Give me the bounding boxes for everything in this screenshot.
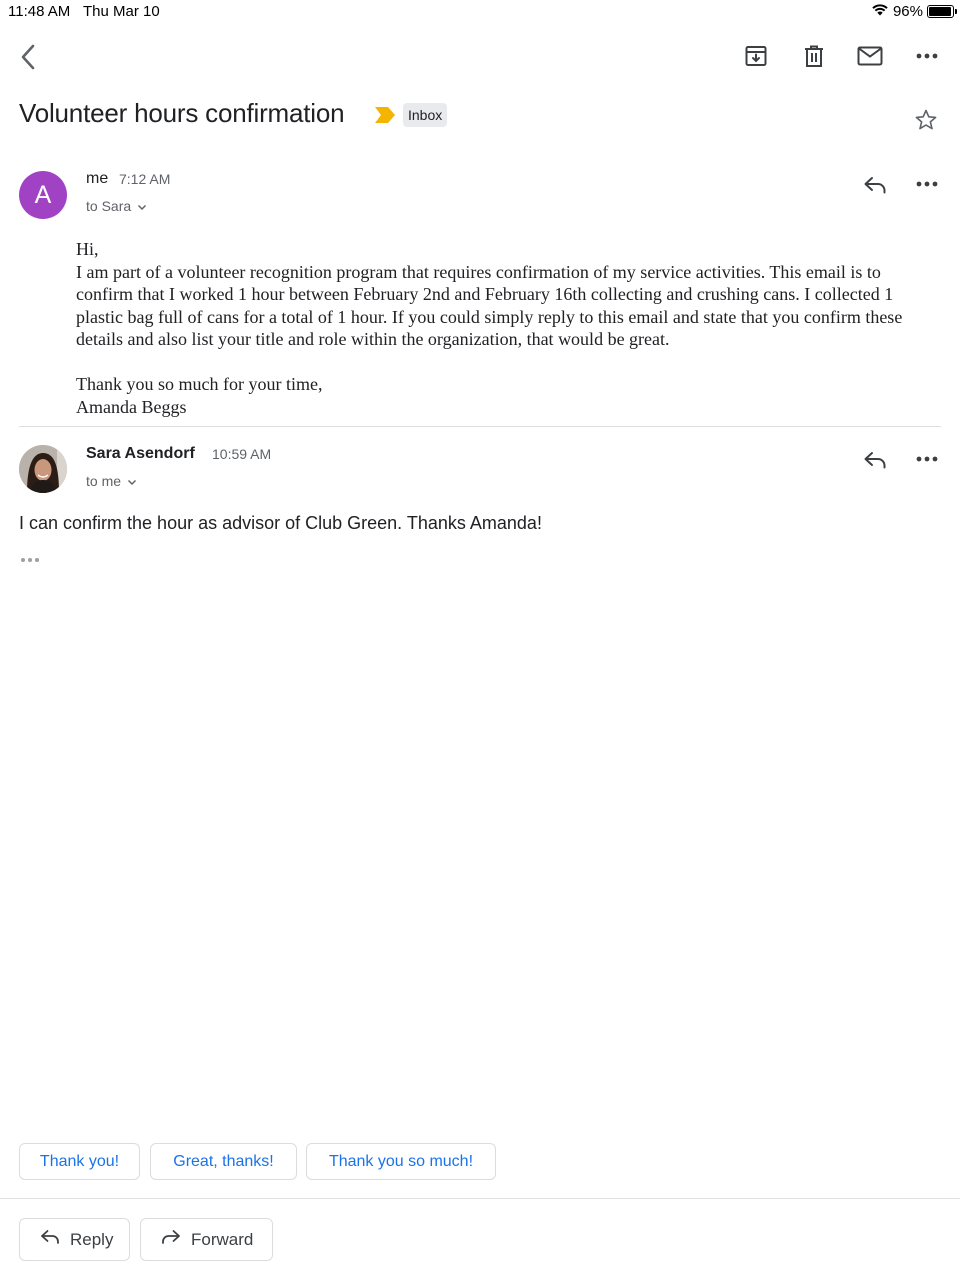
sender-name: me xyxy=(86,170,109,187)
message-body: Hi, I am part of a volunteer recognition… xyxy=(76,238,936,418)
avatar[interactable] xyxy=(19,445,67,493)
reply-icon[interactable] xyxy=(860,447,890,473)
smart-reply-button[interactable]: Thank you! xyxy=(19,1143,140,1180)
show-trimmed-content-icon[interactable] xyxy=(19,552,43,570)
reply-label: Reply xyxy=(70,1229,114,1249)
message-body: I can confirm the hour as advisor of Clu… xyxy=(19,513,542,533)
recipient-label: to me xyxy=(86,473,122,489)
message-more-icon[interactable] xyxy=(912,449,942,469)
inbox-label[interactable]: Inbox xyxy=(403,103,448,127)
email-subject: Volunteer hours confirmation xyxy=(19,98,345,128)
forward-icon xyxy=(161,1229,181,1250)
avatar[interactable]: A xyxy=(19,171,67,219)
recipient-toggle[interactable]: to Sara xyxy=(86,198,147,214)
forward-label: Forward xyxy=(191,1229,254,1249)
mail-icon[interactable] xyxy=(855,43,885,69)
chevron-down-icon xyxy=(137,198,147,214)
smart-reply-button[interactable]: Thank you so much! xyxy=(306,1143,496,1180)
battery-percent: 96% xyxy=(892,2,923,20)
important-marker-icon[interactable] xyxy=(374,106,396,129)
forward-button[interactable]: Forward xyxy=(140,1218,273,1261)
back-arrow-icon[interactable] xyxy=(14,42,42,72)
body-closing: Thank you so much for your time, xyxy=(76,373,323,394)
body-signature: Amanda Beggs xyxy=(76,396,187,417)
message-time: 7:12 AM xyxy=(119,171,171,187)
body-greeting: Hi, xyxy=(76,239,99,259)
trash-icon[interactable] xyxy=(800,42,828,70)
message-more-icon[interactable] xyxy=(912,174,942,194)
status-time: 11:48 AM xyxy=(8,3,71,20)
chevron-down-icon xyxy=(127,473,137,489)
status-date: Thu Mar 10 xyxy=(83,3,160,20)
wifi-icon xyxy=(871,2,889,20)
recipient-label: to Sara xyxy=(86,198,132,214)
reply-icon[interactable] xyxy=(860,172,890,198)
message-divider xyxy=(19,426,941,427)
archive-icon[interactable] xyxy=(742,42,770,70)
smart-reply-button[interactable]: Great, thanks! xyxy=(150,1143,297,1180)
star-icon[interactable] xyxy=(914,108,938,137)
bottom-divider xyxy=(0,1198,960,1199)
status-bar: 11:48 AM Thu Mar 10 96% xyxy=(0,0,960,24)
more-icon[interactable] xyxy=(912,46,942,66)
sender-name: Sara Asendorf xyxy=(86,445,195,462)
reply-button[interactable]: Reply xyxy=(19,1218,130,1261)
status-indicators: 96% xyxy=(871,2,957,20)
reply-icon xyxy=(40,1229,60,1250)
battery-icon xyxy=(927,4,957,18)
message-time: 10:59 AM xyxy=(212,446,272,462)
body-paragraph: I am part of a volunteer recognition pro… xyxy=(76,261,903,350)
recipient-toggle[interactable]: to me xyxy=(86,473,137,489)
